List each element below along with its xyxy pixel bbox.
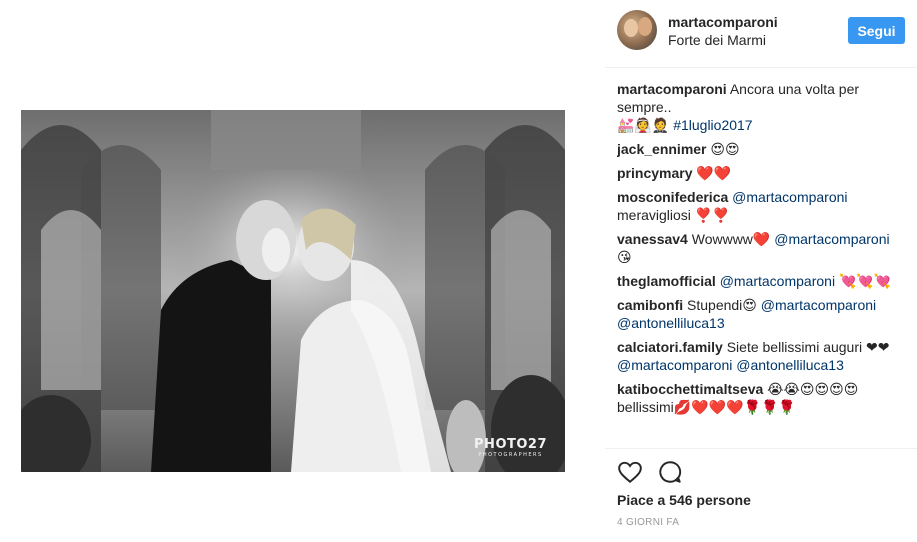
watermark-main: PHOTO27	[474, 437, 547, 452]
comment-item: princymary ❤️❤️	[617, 164, 907, 182]
avatar-face-1	[624, 19, 638, 37]
watermark-sub: PHOTOGRAPHERS	[478, 452, 543, 458]
follow-button[interactable]: Segui	[848, 17, 905, 44]
comment-username[interactable]: jack_ennimer	[617, 141, 707, 157]
comment-text: 😘	[617, 249, 632, 265]
comment-text: Wowwww❤️	[687, 231, 775, 247]
comment-username[interactable]: martacomparoni	[617, 81, 727, 97]
avatar[interactable]	[617, 10, 657, 50]
comment-text: 💘💘💘	[835, 273, 892, 289]
comment-username[interactable]: katibocchettimaltseva	[617, 381, 763, 397]
mention-link[interactable]: @martacomparoni	[617, 357, 732, 373]
heart-icon[interactable]	[617, 459, 643, 485]
mention-link[interactable]: @martacomparoni	[774, 231, 889, 247]
photo-image	[21, 110, 565, 472]
photo-area: PHOTO27 PHOTOGRAPHERS	[0, 0, 600, 541]
header-username[interactable]: martacomparoni	[668, 14, 778, 30]
comment-item: martacomparoni Ancora una volta per semp…	[617, 80, 907, 134]
comment-item: jack_ennimer 😍😍	[617, 140, 907, 158]
comment-text: 💒👰🤵	[617, 117, 674, 133]
post-header: martacomparoni Forte dei Marmi Segui	[605, 0, 917, 68]
hashtag-link[interactable]: #1luglio2017	[673, 117, 752, 133]
photo-watermark: PHOTO27 PHOTOGRAPHERS	[474, 438, 547, 458]
header-location[interactable]: Forte dei Marmi	[668, 32, 766, 48]
post-side-panel: martacomparoni Forte dei Marmi Segui mar…	[605, 0, 917, 541]
comment-item: theglamofficial @martacomparoni 💘💘💘	[617, 272, 907, 290]
likes-count[interactable]: Piace a 546 persone	[617, 492, 751, 508]
post-photo[interactable]: PHOTO27 PHOTOGRAPHERS	[21, 110, 565, 472]
comments-list[interactable]: martacomparoni Ancora una volta per semp…	[617, 80, 907, 448]
comment-username[interactable]: camibonfi	[617, 297, 683, 313]
mention-link[interactable]: @martacomparoni	[761, 297, 876, 313]
comment-text: meravigliosi ❣️❣️	[617, 207, 730, 223]
comment-item: katibocchettimaltseva 😭😭😍😍😍😍 bellissimi💋…	[617, 380, 907, 416]
comment-username[interactable]: princymary	[617, 165, 692, 181]
avatar-face-2	[638, 17, 652, 36]
comment-text: Siete bellissimi auguri ❤❤	[722, 339, 890, 355]
comment-item: mosconifederica @martacomparoni meravigl…	[617, 188, 907, 224]
mention-link[interactable]: @martacomparoni	[732, 189, 847, 205]
post-actions: Piace a 546 persone 4 GIORNI FA	[605, 448, 917, 542]
comment-icon[interactable]	[657, 459, 683, 485]
comment-item: vanessav4 Wowwww❤️ @martacomparoni 😘	[617, 230, 907, 266]
comment-item: calciatori.family Siete bellissimi augur…	[617, 338, 907, 374]
comment-username[interactable]: mosconifederica	[617, 189, 728, 205]
comment-username[interactable]: calciatori.family	[617, 339, 723, 355]
comment-username[interactable]: theglamofficial	[617, 273, 716, 289]
comment-item: camibonfi Stupendi😍 @martacomparoni @ant…	[617, 296, 907, 332]
comment-text: Stupendi😍	[683, 297, 761, 313]
post-time[interactable]: 4 GIORNI FA	[617, 517, 679, 528]
mention-link[interactable]: @martacomparoni	[720, 273, 835, 289]
mention-link[interactable]: @antonelliluca13	[617, 315, 725, 331]
mention-link[interactable]: @antonelliluca13	[736, 357, 844, 373]
comment-text: ❤️❤️	[692, 165, 732, 181]
comment-text: 😍😍	[706, 141, 740, 157]
comment-username[interactable]: vanessav4	[617, 231, 688, 247]
